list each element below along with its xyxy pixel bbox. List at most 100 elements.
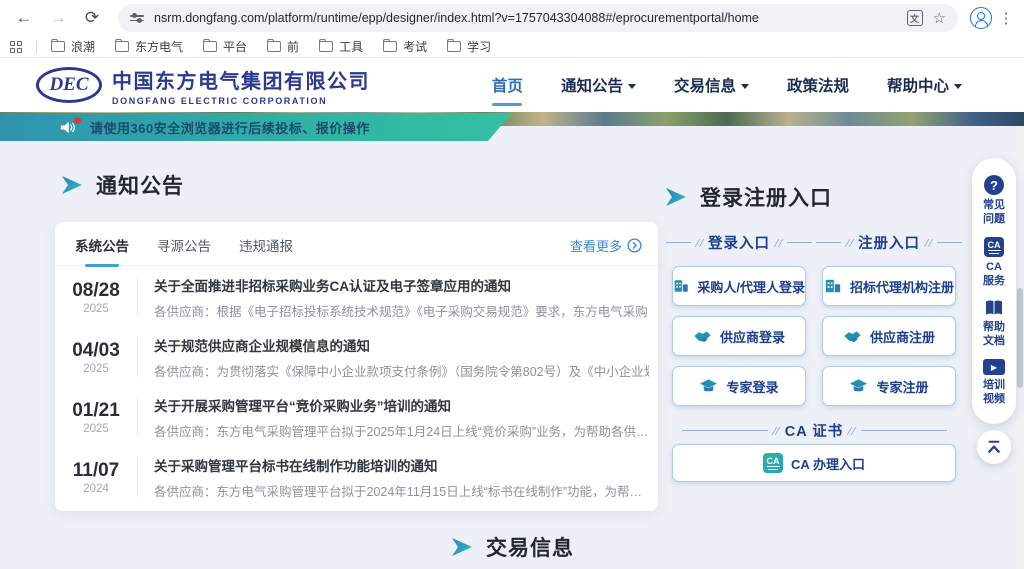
notice-row[interactable]: 01/21 2025 关于开展采购管理平台“竞价采购业务”培训的通知 各供应商：… [55, 388, 658, 446]
notice-row[interactable]: 11/07 2024 关于采购管理平台标书在线制作功能培训的通知 各供应商：东方… [55, 448, 658, 506]
divider [137, 457, 138, 497]
bookmark-label: 工具 [339, 38, 363, 55]
button-label: 专家注册 [876, 377, 928, 396]
book-icon [984, 299, 1004, 317]
url-text[interactable]: nsrm.dongfang.com/platform/runtime/epp/d… [154, 11, 897, 25]
reload-icon[interactable]: ⟳ [78, 4, 106, 32]
nav-policies[interactable]: 政策法规 [787, 68, 849, 102]
tab-violation-reports[interactable]: 违规通报 [239, 235, 293, 267]
nav-label: 交易信息 [674, 74, 736, 96]
decorative-slashes [774, 427, 779, 435]
bookmark-folder[interactable]: 工具 [319, 38, 363, 55]
question-icon: ? [984, 175, 1004, 195]
decorative-slashes [926, 239, 931, 247]
login-group-header: 登录入口 [666, 232, 812, 253]
forward-icon[interactable]: → [44, 4, 72, 32]
notice-title: 关于全面推进非招标采购业务CA认证及电子签章应用的通知 [154, 275, 649, 295]
register-group-header: 注册入口 [816, 232, 962, 253]
button-label: 供应商注册 [870, 327, 935, 346]
help-docs-item[interactable]: 帮助文档 [982, 299, 1006, 349]
notice-row[interactable]: 04/03 2025 关于规范供应商企业规模信息的通知 各供应商：为贯彻落实《保… [55, 328, 658, 386]
bookmark-label: 东方电气 [135, 38, 183, 55]
notice-title: 关于采购管理平台标书在线制作功能培训的通知 [154, 455, 642, 475]
training-videos-item[interactable]: ▶ 培训视频 [982, 359, 1006, 407]
view-more-label: 查看更多 [570, 236, 622, 255]
expert-login-button[interactable]: 专家登录 [672, 366, 806, 406]
folder-icon [51, 41, 65, 52]
translate-icon[interactable]: 文 [907, 10, 923, 26]
bookmark-folder[interactable]: 前 [267, 38, 299, 55]
company-logo[interactable]: DEC 中国东方电气集团有限公司 DONGFANG ELECTRIC CORPO… [36, 65, 370, 106]
back-to-top-button[interactable] [977, 430, 1011, 464]
notice-card: 系统公告 寻源公告 违规通报 查看更多 08/28 2025 关于全面推进非招标… [55, 222, 658, 511]
notice-date-md: 11/07 [65, 460, 127, 482]
bookmark-label: 学习 [467, 38, 491, 55]
faq-item[interactable]: ? 常见问题 [982, 175, 1006, 227]
button-label: 采购人/代理人登录 [697, 277, 805, 296]
menu-label: 帮助文档 [982, 321, 1006, 349]
folder-icon [115, 41, 129, 52]
purchaser-agent-login-button[interactable]: 采购人/代理人登录 [672, 266, 806, 306]
notice-date-year: 2024 [65, 483, 127, 495]
notice-date: 08/28 2025 [65, 280, 127, 315]
browser-menu-icon[interactable]: ⋮ [998, 9, 1014, 27]
company-name-en: DONGFANG ELECTRIC CORPORATION [112, 96, 370, 106]
ca-glyph: CA [988, 241, 1001, 251]
app-window: ← → ⟳ nsrm.dongfang.com/platform/runtime… [0, 0, 1024, 569]
nav-trade-info[interactable]: 交易信息 [674, 68, 749, 102]
nav-label: 帮助中心 [887, 74, 949, 96]
section-arrow-icon [666, 188, 686, 206]
folder-icon [267, 41, 281, 52]
notice-date-md: 08/28 [65, 280, 127, 302]
notice-date-year: 2025 [65, 363, 127, 375]
profile-icon[interactable] [970, 7, 992, 29]
decorative-line [787, 242, 812, 243]
tab-system-notices[interactable]: 系统公告 [75, 235, 129, 267]
notice-desc: 各供应商：东方电气采购管理平台拟于2024年11月15日上线“标书在线制作”功能… [154, 481, 642, 500]
bookmark-folder[interactable]: 学习 [447, 38, 491, 55]
chevron-down-icon [741, 84, 749, 89]
decorative-slashes [849, 427, 854, 435]
scrollbar-track[interactable] [1016, 126, 1024, 569]
site-header: DEC 中国东方电气集团有限公司 DONGFANG ELECTRIC CORPO… [0, 58, 1024, 112]
scrollbar-thumb[interactable] [1017, 288, 1023, 388]
group-label: 登录入口 [708, 232, 770, 253]
ca-service-item[interactable]: CA CA服务 [982, 237, 1006, 289]
group-label: 注册入口 [858, 232, 920, 253]
bidding-agency-register-button[interactable]: 招标代理机构注册 [822, 266, 956, 306]
tab-sourcing-notices[interactable]: 寻源公告 [157, 235, 211, 267]
bookmark-folder[interactable]: 东方电气 [115, 38, 183, 55]
site-settings-icon[interactable] [130, 15, 144, 21]
decorative-line [682, 430, 768, 431]
decorative-slashes [776, 239, 781, 247]
nav-help-center[interactable]: 帮助中心 [887, 68, 962, 102]
view-more-link[interactable]: 查看更多 [570, 236, 642, 267]
bookmark-folder[interactable]: 考试 [383, 38, 427, 55]
divider [137, 277, 138, 317]
notice-date: 01/21 2025 [65, 400, 127, 435]
back-icon[interactable]: ← [10, 4, 38, 32]
bookmarks-bar: 浪潮 东方电气 平台 前 工具 考试 学习 [0, 36, 1024, 58]
notice-section-header: 通知公告 [62, 170, 184, 200]
address-bar[interactable]: nsrm.dongfang.com/platform/runtime/epp/d… [118, 4, 958, 32]
supplier-login-button[interactable]: 供应商登录 [672, 316, 806, 356]
ca-apply-button[interactable]: CA CA 办理入口 [672, 444, 956, 482]
supplier-register-button[interactable]: 供应商注册 [822, 316, 956, 356]
main-nav: 首页 通知公告 交易信息 政策法规 帮助中心 [492, 68, 962, 102]
bookmark-folder[interactable]: 平台 [203, 38, 247, 55]
bookmark-folder[interactable]: 浪潮 [51, 38, 95, 55]
notice-date-year: 2025 [65, 303, 127, 315]
nav-notices[interactable]: 通知公告 [561, 68, 636, 102]
bookmark-star-icon[interactable]: ☆ [933, 9, 946, 27]
notice-desc: 各供应商：为贯彻落实《保障中小企业款项支付条例》（国务院令第802号）及《中小企… [154, 361, 649, 380]
bookmark-label: 考试 [403, 38, 427, 55]
group-label: CA 证书 [785, 420, 843, 441]
apps-grid-icon[interactable] [10, 41, 22, 53]
chevron-up-bar-icon [986, 440, 1002, 454]
floating-side-menu: ? 常见问题 CA CA服务 帮助文档 ▶ 培训视频 [972, 158, 1016, 424]
notice-desc: 各供应商：东方电气采购管理平台拟于2025年1月24日上线“竞价采购”业务，为帮… [154, 421, 649, 440]
nav-home[interactable]: 首页 [492, 68, 523, 102]
company-name-cn: 中国东方电气集团有限公司 [112, 65, 370, 94]
expert-register-button[interactable]: 专家注册 [822, 366, 956, 406]
notice-row[interactable]: 08/28 2025 关于全面推进非招标采购业务CA认证及电子签章应用的通知 各… [55, 268, 658, 326]
